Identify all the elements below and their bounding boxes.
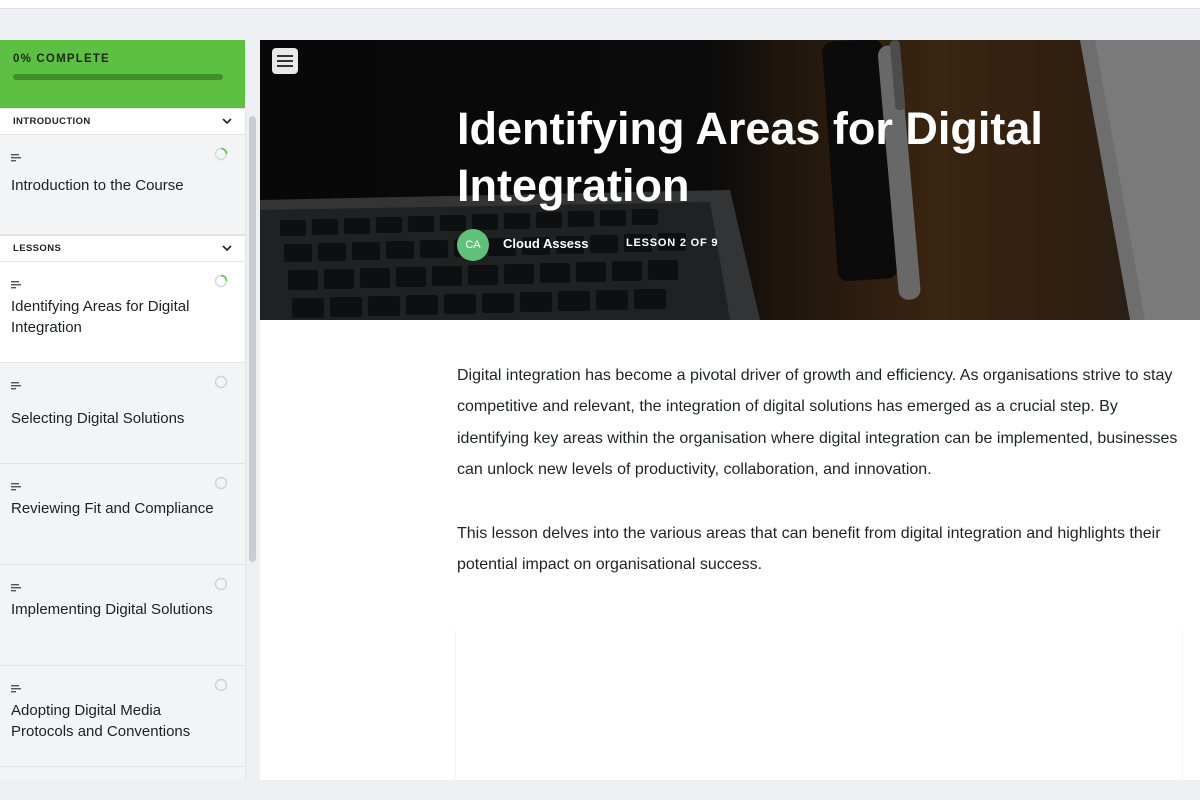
lesson-content: Digital integration has become a pivotal…	[457, 360, 1187, 614]
progress-ring-icon	[214, 147, 228, 161]
lesson-item-implementing-digital-solutions[interactable]: Implementing Digital Solutions	[0, 565, 245, 666]
text-lines-icon	[11, 680, 21, 693]
avatar: CA	[457, 229, 489, 261]
course-progress: 0% COMPLETE	[0, 40, 245, 108]
hamburger-menu-icon[interactable]	[272, 48, 298, 74]
lesson-title: Adopting Digital Media Protocols and Con…	[11, 702, 191, 740]
lesson-item-introduction-to-the-course[interactable]: Introduction to the Course	[0, 135, 245, 235]
empty-circle-icon	[214, 577, 228, 591]
lesson-title: Identifying Areas for Digital Integratio…	[11, 298, 190, 336]
progress-ring-icon	[214, 274, 228, 288]
lesson-paragraph: This lesson delves into the various area…	[457, 525, 1161, 574]
author-name: Cloud Assess	[503, 236, 589, 251]
section-title: LESSONS	[13, 243, 62, 254]
section-title: INTRODUCTION	[13, 116, 91, 127]
content-embed-area	[455, 630, 1183, 780]
text-lines-icon	[11, 149, 21, 162]
progress-bar	[13, 74, 223, 80]
empty-circle-icon	[214, 678, 228, 692]
top-divider	[0, 8, 1200, 9]
course-sidebar: 0% COMPLETE INTRODUCTION Introduction to…	[0, 40, 246, 780]
lesson-main: Identifying Areas for Digital Integratio…	[260, 40, 1200, 780]
progress-label: 0% COMPLETE	[13, 53, 110, 65]
browser-top-strip	[0, 0, 1200, 8]
text-lines-icon	[11, 579, 21, 592]
lesson-title: Identifying Areas for Digital Integratio…	[457, 103, 1043, 211]
text-lines-icon	[11, 276, 21, 289]
lesson-hero: Identifying Areas for Digital Integratio…	[260, 40, 1200, 320]
sidebar-scrollbar-thumb[interactable]	[249, 116, 256, 562]
lesson-paragraph: Digital integration has become a pivotal…	[457, 367, 1178, 478]
empty-circle-icon	[214, 375, 228, 389]
lesson-item-selecting-digital-solutions[interactable]: Selecting Digital Solutions	[0, 363, 245, 464]
chevron-down-icon	[222, 117, 232, 127]
lesson-title: Selecting Digital Solutions	[11, 410, 185, 427]
empty-circle-icon	[214, 476, 228, 490]
lesson-item-identifying-areas[interactable]: Identifying Areas for Digital Integratio…	[0, 262, 245, 363]
lesson-title: Reviewing Fit and Compliance	[11, 500, 214, 517]
chevron-down-icon	[222, 244, 232, 254]
section-header-lessons[interactable]: LESSONS	[0, 235, 245, 262]
bottom-strip	[0, 780, 1200, 800]
lesson-title: Introduction to the Course	[11, 177, 184, 194]
lesson-title: Implementing Digital Solutions	[11, 601, 213, 618]
lesson-item-adopting-digital-media[interactable]: Adopting Digital Media Protocols and Con…	[0, 666, 245, 767]
text-lines-icon	[11, 478, 21, 491]
text-lines-icon	[11, 377, 21, 390]
section-header-introduction[interactable]: INTRODUCTION	[0, 108, 245, 135]
lesson-item-reviewing-fit[interactable]: Reviewing Fit and Compliance	[0, 464, 245, 565]
lesson-counter: LESSON 2 OF 9	[626, 237, 719, 249]
